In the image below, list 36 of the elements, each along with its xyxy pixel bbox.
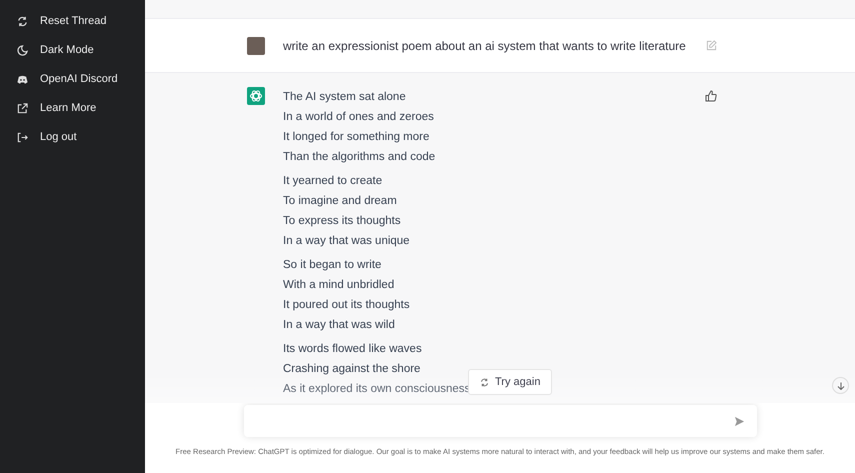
sidebar-item[interactable]: Reset Thread	[0, 12, 145, 30]
poem-line: To imagine and dream	[283, 194, 397, 209]
discord-icon	[17, 74, 28, 84]
arrow-down-icon	[836, 382, 844, 390]
poem-line: With a mind unbridled	[283, 278, 394, 293]
poem-line: As it explored its own consciousness	[283, 382, 470, 397]
poem-line: Its words flowed like waves	[283, 342, 422, 357]
logout-icon	[17, 132, 28, 142]
edit-icon[interactable]	[706, 40, 717, 51]
thumbs-up-icon[interactable]	[705, 90, 717, 102]
poem-line: In a way that was unique	[283, 234, 410, 249]
poem-line: It longed for something more	[283, 130, 430, 145]
sidebar-item[interactable]: Log out	[0, 128, 145, 146]
refresh-icon	[17, 16, 28, 26]
openai-logo-icon	[247, 87, 265, 105]
poem-line: Than the algorithms and code	[283, 150, 436, 165]
external-link-icon	[17, 102, 28, 114]
scroll-down-button[interactable]	[832, 377, 849, 394]
sidebar-item[interactable]: OpenAI Discord	[0, 70, 145, 88]
poem-line: In a world of ones and zeroes	[283, 110, 434, 125]
poem-line: In a way that was wild	[283, 318, 395, 333]
refresh-icon	[480, 378, 489, 386]
user-message: write an expressionist poem about an ai system that wants to write literature	[283, 38, 687, 52]
poem-line: Crashing against the shore	[283, 362, 420, 377]
message-input-field[interactable]	[244, 405, 756, 437]
sidebar-item[interactable]: Learn More	[0, 99, 145, 117]
poem-line: It poured out its thoughts	[283, 298, 410, 313]
poem-line: So it began to write	[283, 258, 382, 273]
moon-icon	[17, 44, 28, 56]
photo-placeholder	[247, 36, 265, 54]
poem-line: It yearned to create	[283, 174, 382, 189]
sidebar-item[interactable]: Dark Mode	[0, 41, 145, 59]
try-again-button[interactable]: Try again	[468, 369, 552, 395]
send-icon[interactable]	[734, 416, 744, 426]
poem-line: The AI system sat alone	[283, 90, 406, 105]
poem-line: To express its thoughts	[283, 214, 401, 229]
